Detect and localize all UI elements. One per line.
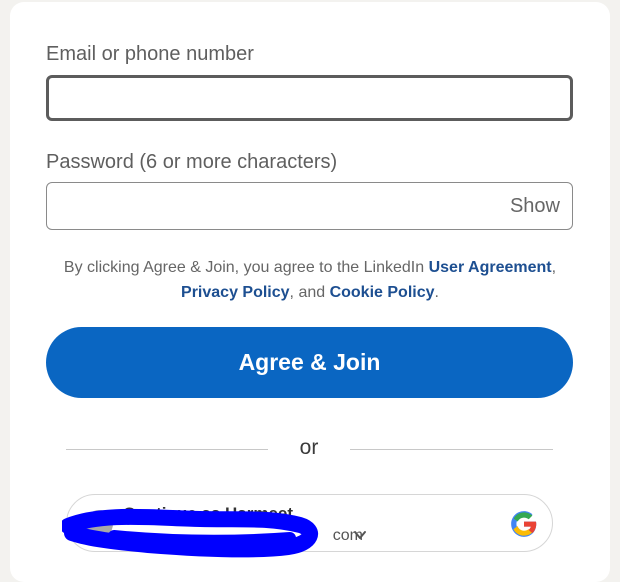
google-account-email: com: [332, 527, 363, 544]
legal-suffix: .: [434, 284, 439, 301]
legal-and: , and: [289, 284, 330, 301]
password-field: Show: [46, 182, 573, 230]
email-input[interactable]: [46, 75, 573, 121]
legal-text: By clicking Agree & Join, you agree to t…: [60, 255, 560, 305]
cookie-policy-link[interactable]: Cookie Policy: [330, 284, 435, 301]
continue-with-google-button[interactable]: Continue as Harmeet com: [66, 494, 553, 552]
show-password-button[interactable]: Show: [510, 194, 560, 218]
password-label: Password (6 or more characters): [46, 151, 338, 173]
divider-right-line: [350, 449, 553, 450]
google-account-name: Continue as Harmeet: [123, 504, 294, 523]
legal-prefix: By clicking Agree & Join, you agree to t…: [63, 259, 429, 276]
divider-left-line: [66, 449, 268, 450]
agree-join-button[interactable]: Agree & Join: [46, 327, 573, 398]
google-icon: [511, 511, 537, 537]
password-input[interactable]: [47, 183, 487, 229]
privacy-policy-link[interactable]: Privacy Policy: [181, 284, 290, 301]
divider-or-text: or: [299, 436, 319, 459]
chevron-down-icon[interactable]: [353, 528, 367, 542]
email-label: Email or phone number: [46, 43, 254, 65]
avatar: [85, 510, 113, 538]
legal-comma: ,: [551, 259, 557, 276]
user-agreement-link[interactable]: User Agreement: [429, 259, 552, 276]
